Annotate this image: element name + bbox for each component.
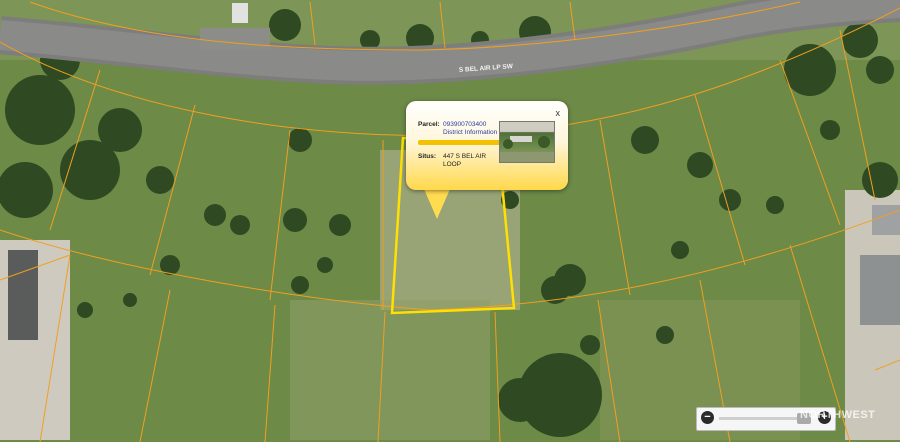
property-photo-thumbnail[interactable] [499,121,555,163]
aerial-map[interactable]: S BEL AIR LP SW [0,0,900,442]
map-viewport[interactable]: S BEL AIR LP SW x Parcel: 093900703400 Di… [0,0,900,442]
district-row: District Information [443,129,497,137]
parcel-info-popup: x Parcel: 093900703400 District Informati… [406,101,568,190]
parcel-number-link[interactable]: 093900703400 [443,121,486,129]
parcel-label: Parcel: [418,121,440,128]
close-icon[interactable]: x [556,108,561,118]
watermark-text: NORTHWEST [800,409,876,421]
parcel-row: Parcel: 093900703400 [418,121,486,129]
situs-address: 447 S BEL AIR LOOP [443,153,487,168]
popup-divider-bar [418,140,502,145]
district-information-link[interactable]: District Information [443,129,497,137]
popup-pointer [424,189,450,219]
situs-row: Situs: 447 S BEL AIR LOOP [418,153,487,169]
situs-label: Situs: [418,153,437,160]
zoom-out-button[interactable]: − [701,411,714,424]
